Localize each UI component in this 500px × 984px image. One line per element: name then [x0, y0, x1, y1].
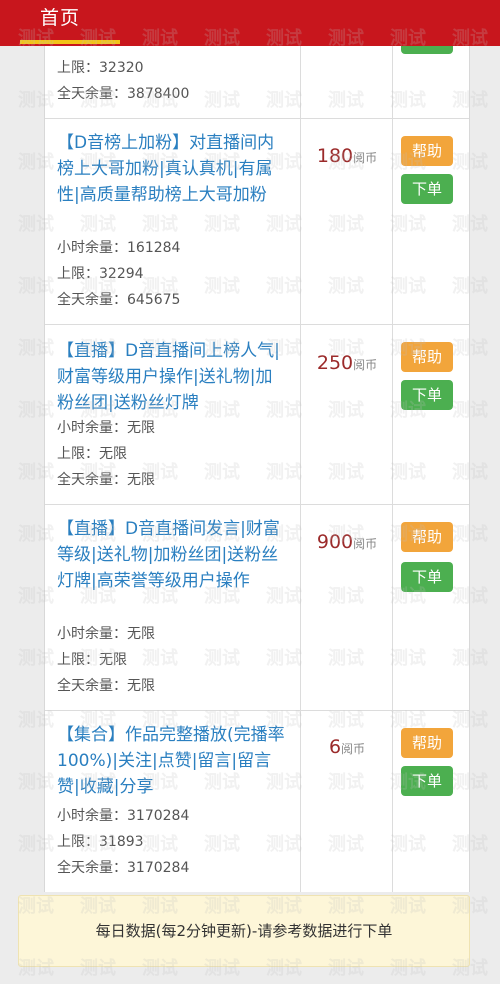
- product-title-link[interactable]: 【集合】作品完整播放(完播率100%)|关注|点赞|留言|留言赞|收藏|分享: [57, 722, 287, 800]
- stat-hourly-remaining: 小时余量：无限: [57, 420, 155, 436]
- stat-hourly-remaining: 小时余量：无限: [57, 626, 155, 642]
- stat-limit: 上限：无限: [57, 652, 127, 668]
- column-divider: [300, 324, 301, 504]
- help-button[interactable]: 帮助: [401, 728, 453, 758]
- stat-limit: 上限：31893: [57, 834, 144, 850]
- price-label: 900阅币: [316, 531, 378, 553]
- product-row: 【直播】D音直播间上榜人气|财富等级用户操作|送礼物|加粉丝团|送粉丝灯牌 小时…: [45, 324, 469, 505]
- price-label: 6阅币: [328, 736, 366, 758]
- stat-limit: 上限：无限: [57, 446, 127, 462]
- active-tab-indicator: [20, 40, 120, 44]
- nav-home-tab[interactable]: 首页: [40, 3, 80, 30]
- stat-hourly-remaining: 小时余量：3170284: [57, 808, 190, 824]
- stat-limit: 上限：32320: [57, 60, 144, 76]
- stat-daily-remaining: 全天余量：645675: [57, 292, 181, 308]
- stat-daily-remaining: 全天余量：无限: [57, 678, 155, 694]
- order-button[interactable]: 下单: [401, 380, 453, 410]
- order-button[interactable]: 下单: [401, 562, 453, 592]
- stat-daily-remaining: 全天余量：3170284: [57, 860, 190, 876]
- product-row: 【D音榜上加粉】对直播间内榜上大哥加粉|真认真机|有属性|高质量帮助榜上大哥加粉…: [45, 118, 469, 325]
- stat-limit: 上限：32294: [57, 266, 144, 282]
- help-button[interactable]: 帮助: [401, 342, 453, 372]
- order-button[interactable]: 下单: [401, 766, 453, 796]
- help-button[interactable]: 帮助: [401, 522, 453, 552]
- product-row: 【集合】作品完整播放(完播率100%)|关注|点赞|留言|留言赞|收藏|分享 小…: [45, 710, 469, 892]
- stat-daily-remaining: 全天余量：无限: [57, 472, 155, 488]
- top-nav-bar: 首页: [0, 0, 500, 46]
- product-table: 上限：32320 全天余量：3878400 下单 【D音榜上加粉】对直播间内榜上…: [44, 0, 470, 892]
- help-button[interactable]: 帮助: [401, 136, 453, 166]
- product-title-link[interactable]: 【直播】D音直播间发言|财富等级|送礼物|加粉丝团|送粉丝灯牌|高荣誉等级用户操…: [57, 516, 287, 594]
- product-title-link[interactable]: 【直播】D音直播间上榜人气|财富等级用户操作|送礼物|加粉丝团|送粉丝灯牌: [57, 338, 287, 416]
- product-title-link[interactable]: 【D音榜上加粉】对直播间内榜上大哥加粉|真认真机|有属性|高质量帮助榜上大哥加粉: [57, 130, 287, 208]
- price-label: 180阅币: [316, 145, 378, 167]
- column-divider: [392, 324, 393, 504]
- stat-daily-remaining: 全天余量：3878400: [57, 86, 190, 102]
- order-button[interactable]: 下单: [401, 174, 453, 204]
- stat-hourly-remaining: 小时余量：161284: [57, 240, 181, 256]
- product-row: 【直播】D音直播间发言|财富等级|送礼物|加粉丝团|送粉丝灯牌|高荣誉等级用户操…: [45, 504, 469, 711]
- price-label: 250阅币: [316, 352, 378, 374]
- data-update-notice: 每日数据(每2分钟更新)-请参考数据进行下单: [18, 895, 470, 967]
